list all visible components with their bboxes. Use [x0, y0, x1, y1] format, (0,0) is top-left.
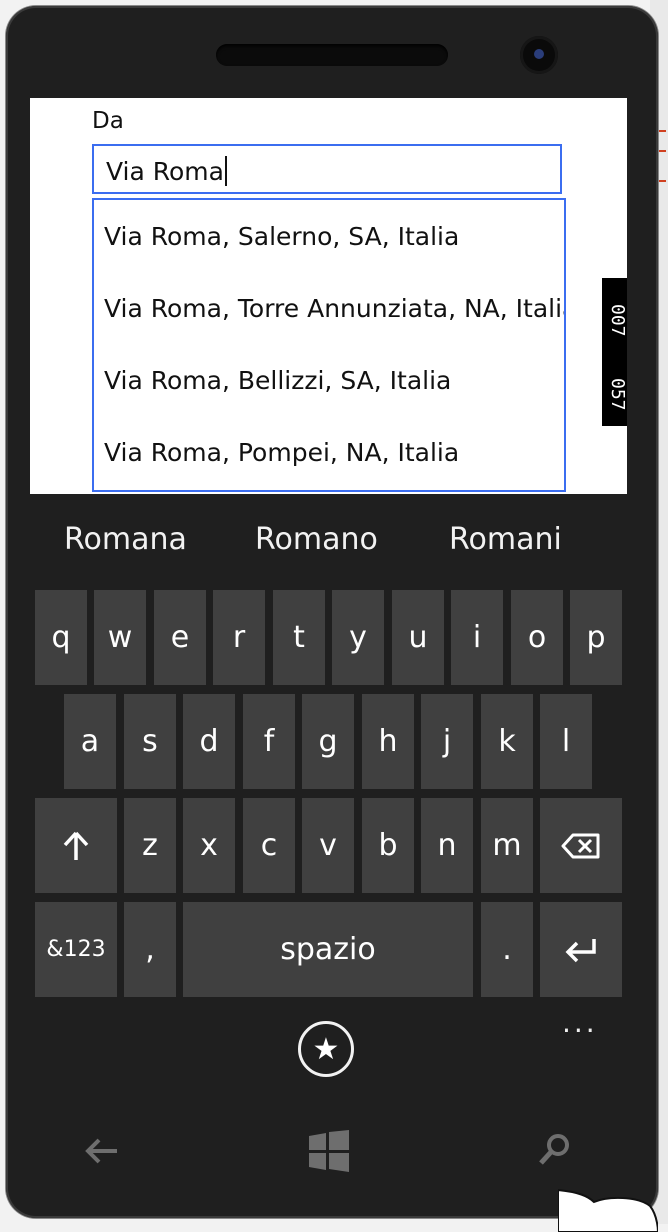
desktop-mark	[658, 180, 666, 182]
from-label: Da	[92, 108, 124, 134]
numbers-key[interactable]: &123	[35, 902, 117, 997]
key-f[interactable]: f	[243, 694, 295, 789]
period-key[interactable]: .	[481, 902, 533, 997]
shift-key[interactable]	[35, 798, 117, 893]
word-suggestion[interactable]: Romani	[449, 522, 562, 557]
suggestion-item[interactable]: Via Roma, Torre Annunziata, NA, Italia	[104, 294, 564, 323]
debug-counter: 007 057	[602, 278, 627, 426]
soft-keyboard: Romana Romano Romani q w e r t y u i o p…	[30, 494, 627, 1096]
key-d[interactable]: d	[183, 694, 235, 789]
text-caret	[224, 156, 227, 186]
comma-key[interactable]: ,	[124, 902, 176, 997]
desktop-mark	[658, 130, 666, 132]
word-suggestion[interactable]: Romana	[64, 522, 187, 557]
counter-value: 007	[607, 304, 627, 337]
enter-key[interactable]	[540, 902, 622, 997]
key-b[interactable]: b	[362, 798, 414, 893]
search-button[interactable]	[538, 1132, 572, 1170]
camera-icon	[520, 36, 558, 74]
emoji-button[interactable]: ★	[298, 1021, 354, 1077]
suggestion-item[interactable]: Via Roma, Bellizzi, SA, Italia	[104, 366, 451, 395]
key-r[interactable]: r	[213, 590, 265, 685]
key-k[interactable]: k	[481, 694, 533, 789]
key-p[interactable]: p	[570, 590, 622, 685]
app-page: Da Via Roma Via Roma, Salerno, SA, Itali…	[30, 98, 627, 494]
start-button[interactable]	[308, 1130, 350, 1176]
key-s[interactable]: s	[124, 694, 176, 789]
from-input[interactable]: Via Roma	[92, 144, 562, 194]
star-emoji-icon: ★	[312, 1031, 340, 1067]
phone-emulator: Da Via Roma Via Roma, Salerno, SA, Itali…	[6, 6, 658, 1218]
key-y[interactable]: y	[332, 590, 384, 685]
key-c[interactable]: c	[243, 798, 295, 893]
key-h[interactable]: h	[362, 694, 414, 789]
suggestion-item[interactable]: Via Roma, Salerno, SA, Italia	[104, 222, 459, 251]
back-button[interactable]	[84, 1136, 120, 1170]
key-w[interactable]: w	[94, 590, 146, 685]
key-l[interactable]: l	[540, 694, 592, 789]
mouse-cursor-icon	[558, 1188, 658, 1232]
key-o[interactable]: o	[511, 590, 563, 685]
key-j[interactable]: j	[421, 694, 473, 789]
word-suggestion[interactable]: Romano	[255, 522, 378, 557]
more-options-icon[interactable]: ...	[562, 1006, 598, 1039]
phone-speaker	[216, 44, 448, 66]
key-i[interactable]: i	[451, 590, 503, 685]
space-key[interactable]: spazio	[183, 902, 473, 997]
key-z[interactable]: z	[124, 798, 176, 893]
backspace-key[interactable]	[540, 798, 622, 893]
key-q[interactable]: q	[35, 590, 87, 685]
key-u[interactable]: u	[392, 590, 444, 685]
suggestion-item[interactable]: Via Roma, Pompei, NA, Italia	[104, 438, 459, 467]
key-a[interactable]: a	[64, 694, 116, 789]
key-v[interactable]: v	[302, 798, 354, 893]
from-input-value: Via Roma	[106, 157, 224, 186]
backspace-icon	[561, 833, 600, 858]
windows-logo-icon	[309, 1130, 349, 1172]
enter-icon	[565, 938, 596, 962]
key-g[interactable]: g	[302, 694, 354, 789]
autocomplete-list: Via Roma, Salerno, SA, Italia Via Roma, …	[92, 198, 566, 492]
key-x[interactable]: x	[183, 798, 235, 893]
desktop-mark	[658, 150, 666, 152]
shift-up-arrow-icon	[63, 831, 89, 860]
key-t[interactable]: t	[273, 590, 325, 685]
back-arrow-icon	[85, 1138, 117, 1164]
phone-screen: Da Via Roma Via Roma, Salerno, SA, Itali…	[30, 98, 627, 1096]
key-e[interactable]: e	[154, 590, 206, 685]
key-n[interactable]: n	[421, 798, 473, 893]
counter-value: 057	[607, 378, 627, 411]
key-m[interactable]: m	[481, 798, 533, 893]
search-icon	[539, 1134, 569, 1165]
